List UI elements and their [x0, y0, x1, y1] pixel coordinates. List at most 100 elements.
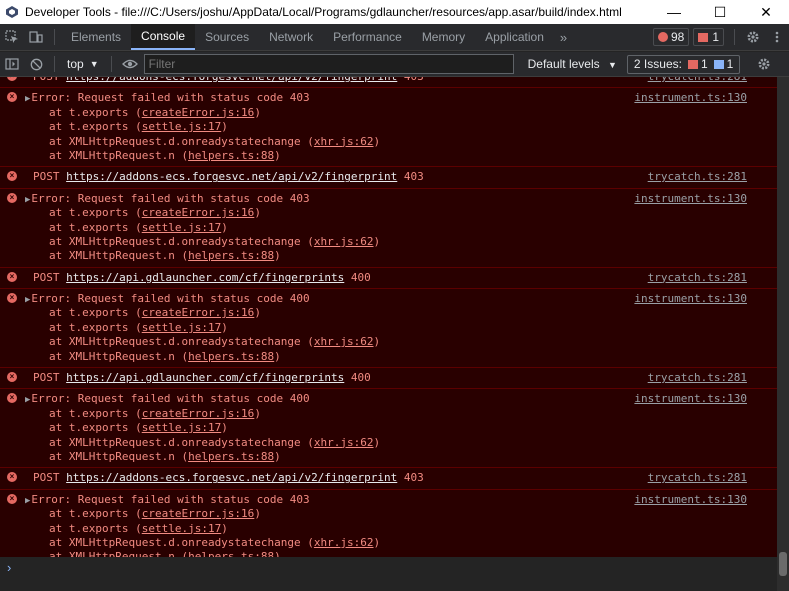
- stack-frame-link[interactable]: settle.js:17: [142, 120, 221, 133]
- source-link[interactable]: instrument.ts:130: [634, 493, 747, 506]
- issue-counter[interactable]: 1: [693, 28, 724, 46]
- minimize-button[interactable]: —: [651, 0, 697, 24]
- log-levels-dropdown[interactable]: Default levels ▼: [520, 57, 625, 71]
- stack-frame-link[interactable]: xhr.js:62: [314, 536, 374, 549]
- expand-triangle-icon[interactable]: ▶: [25, 94, 30, 104]
- stack-frame-link[interactable]: settle.js:17: [142, 321, 221, 334]
- stack-frame-close: ): [274, 349, 281, 363]
- stack-frame-link[interactable]: helpers.ts:88: [188, 450, 274, 463]
- console-settings-gear-icon[interactable]: [752, 51, 776, 77]
- source-link[interactable]: instrument.ts:130: [634, 192, 747, 205]
- context-selector[interactable]: top ▼: [61, 57, 105, 71]
- stack-frame-link[interactable]: createError.js:16: [142, 306, 255, 319]
- status-code: 400: [344, 371, 371, 385]
- tab-console[interactable]: Console: [131, 24, 196, 50]
- stack-frame-link[interactable]: helpers.ts:88: [188, 550, 274, 557]
- source-link[interactable]: instrument.ts:130: [634, 292, 747, 305]
- source-link[interactable]: trycatch.ts:281: [648, 77, 747, 83]
- stack-frame-close: ): [221, 120, 228, 134]
- source-link[interactable]: instrument.ts:130: [634, 392, 747, 405]
- error-entry: × instrument.ts:130 ▶Error: Request failed…: [0, 490, 777, 557]
- request-url-link[interactable]: https://addons-ecs.forgesvc.net/api/v2/f…: [66, 170, 397, 183]
- tab-performance[interactable]: Performance: [323, 24, 412, 50]
- devtools-tab-bar: Elements Console Sources Network Performance…: [0, 24, 789, 51]
- clear-console-icon[interactable]: [24, 51, 48, 77]
- stack-frame-close: ): [221, 421, 228, 435]
- request-url-link[interactable]: https://api.gdlauncher.com/cf/fingerprin…: [66, 271, 344, 284]
- stack-frame-link[interactable]: createError.js:16: [142, 206, 255, 219]
- close-button[interactable]: ✕: [743, 0, 789, 24]
- stack-frame-link[interactable]: xhr.js:62: [314, 335, 374, 348]
- source-link[interactable]: trycatch.ts:281: [648, 170, 747, 183]
- stack-frame-link[interactable]: xhr.js:62: [314, 135, 374, 148]
- source-link[interactable]: trycatch.ts:281: [648, 471, 747, 484]
- stack-frame-text: at XMLHttpRequest.n (: [49, 249, 189, 263]
- issues-error-count: 1: [700, 57, 708, 71]
- expand-triangle-icon[interactable]: ▶: [25, 295, 30, 305]
- request-url-link[interactable]: https://addons-ecs.forgesvc.net/api/v2/f…: [66, 77, 397, 83]
- stack-frame-link[interactable]: settle.js:17: [142, 421, 221, 434]
- stack-frame: at t.exports (createError.js:16): [33, 407, 769, 421]
- error-x-icon: ×: [7, 192, 17, 203]
- console-messages: × trycatch.ts:281 POST https://addons-ecs.…: [0, 77, 777, 557]
- stack-frame-link[interactable]: helpers.ts:88: [188, 149, 274, 162]
- source-link[interactable]: trycatch.ts:281: [648, 271, 747, 284]
- issues-button[interactable]: 2 Issues: 1 1: [626, 54, 741, 74]
- stack-frame: at t.exports (createError.js:16): [33, 206, 769, 220]
- status-code: 403: [397, 170, 424, 184]
- stack-frame-link[interactable]: xhr.js:62: [314, 436, 374, 449]
- kebab-menu-icon[interactable]: [765, 24, 789, 50]
- scrollbar[interactable]: [777, 77, 789, 591]
- stack-frame-link[interactable]: settle.js:17: [142, 221, 221, 234]
- request-url-link[interactable]: https://addons-ecs.forgesvc.net/api/v2/f…: [66, 471, 397, 484]
- issue-error-icon: [687, 59, 698, 69]
- more-tabs-icon[interactable]: »: [554, 30, 573, 45]
- stack-frame-link[interactable]: createError.js:16: [142, 507, 255, 520]
- stack-frame-text: at t.exports (: [49, 120, 142, 134]
- error-x-icon: ×: [7, 493, 17, 504]
- inspect-element-icon[interactable]: [0, 24, 24, 50]
- stack-frame-link[interactable]: createError.js:16: [142, 407, 255, 420]
- error-x-icon: ×: [7, 293, 17, 304]
- error-icon: [657, 32, 668, 42]
- error-count: 98: [670, 30, 685, 44]
- stack-frame: at XMLHttpRequest.n (helpers.ts:88): [33, 149, 769, 163]
- network-error-entry: × trycatch.ts:281 POST https://addons-ecs.…: [0, 468, 777, 490]
- tab-sources[interactable]: Sources: [195, 24, 259, 50]
- error-x-icon: ×: [7, 92, 17, 103]
- stack-frame-link[interactable]: helpers.ts:88: [188, 249, 274, 262]
- divider: [54, 29, 55, 45]
- stack-frame-text: at t.exports (: [49, 220, 142, 234]
- error-counter[interactable]: 98: [652, 28, 690, 46]
- tab-application[interactable]: Application: [475, 24, 554, 50]
- filter-input[interactable]: [143, 54, 514, 74]
- stack-frame-link[interactable]: helpers.ts:88: [188, 350, 274, 363]
- tab-elements[interactable]: Elements: [61, 24, 131, 50]
- source-link[interactable]: trycatch.ts:281: [648, 371, 747, 384]
- gear-icon[interactable]: [741, 24, 765, 50]
- error-x-icon: ×: [7, 472, 17, 483]
- divider: [110, 56, 112, 72]
- expand-triangle-icon[interactable]: ▶: [25, 395, 30, 405]
- maximize-button[interactable]: ☐: [697, 0, 743, 24]
- stack-frame-link[interactable]: createError.js:16: [142, 106, 255, 119]
- expand-triangle-icon[interactable]: ▶: [25, 195, 30, 205]
- tab-network[interactable]: Network: [259, 24, 323, 50]
- device-toolbar-icon[interactable]: [24, 24, 48, 50]
- scrollbar-thumb[interactable]: [779, 552, 787, 576]
- eye-icon[interactable]: [118, 51, 142, 77]
- stack-frame-link[interactable]: settle.js:17: [142, 522, 221, 535]
- stack-frame: at t.exports (createError.js:16): [33, 306, 769, 320]
- post-label: POST: [33, 77, 66, 83]
- stack-frame: at XMLHttpRequest.n (helpers.ts:88): [33, 350, 769, 364]
- window-title: Developer Tools - file:///C:/Users/joshu…: [25, 5, 622, 19]
- stack-frame-text: at XMLHttpRequest.d.onreadystatechange (: [49, 535, 314, 549]
- stack-frame-close: ): [373, 335, 381, 349]
- stack-frame-link[interactable]: xhr.js:62: [314, 235, 374, 248]
- sidebar-toggle-icon[interactable]: [0, 51, 24, 77]
- source-link[interactable]: instrument.ts:130: [634, 91, 747, 104]
- tab-memory[interactable]: Memory: [412, 24, 475, 50]
- request-url-link[interactable]: https://api.gdlauncher.com/cf/fingerprin…: [66, 371, 344, 384]
- console-prompt[interactable]: ›: [0, 557, 777, 591]
- expand-triangle-icon[interactable]: ▶: [25, 496, 30, 506]
